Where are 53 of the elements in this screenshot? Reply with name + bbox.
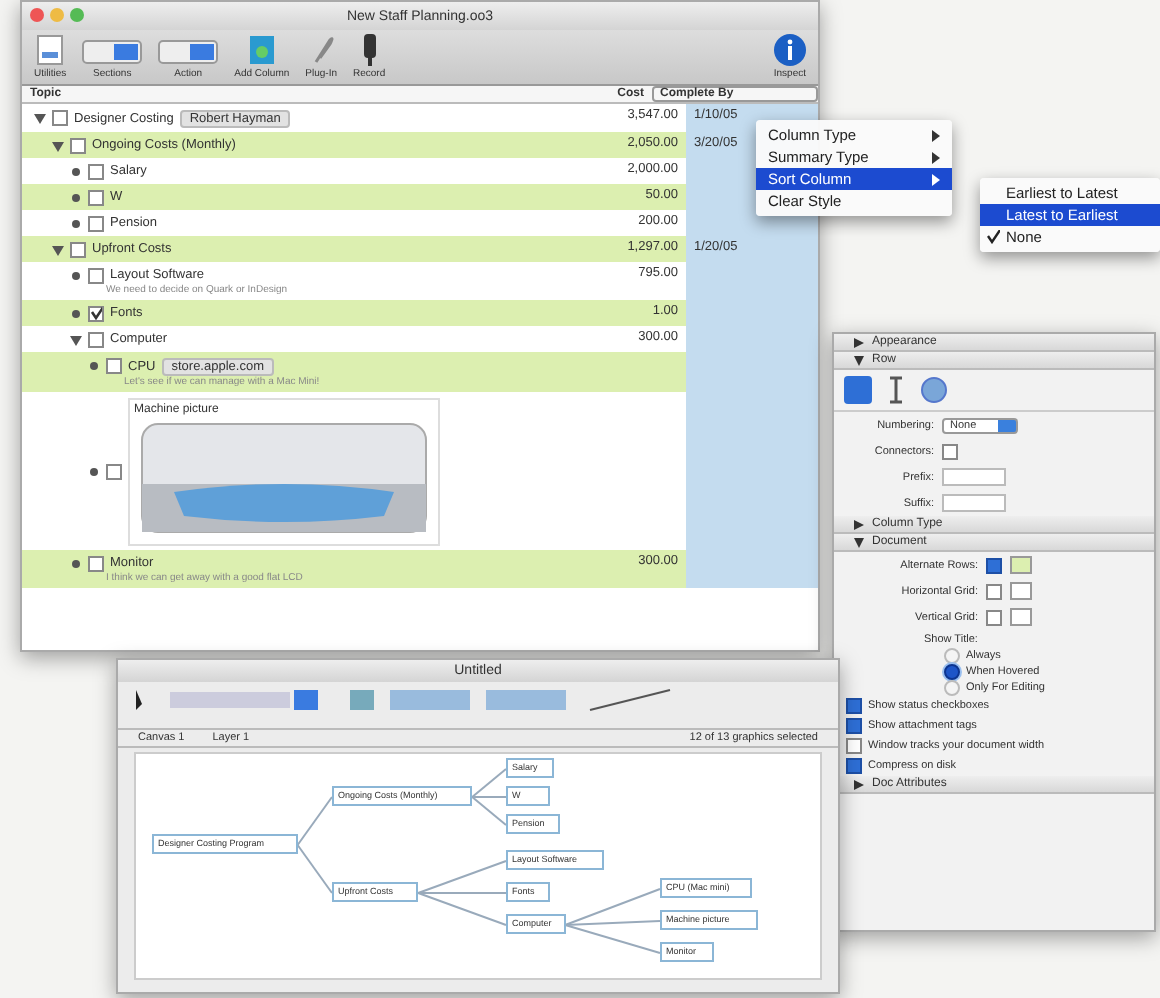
connector-line [296, 796, 333, 846]
status-checkbox[interactable] [70, 241, 86, 257]
status-checkbox[interactable] [88, 163, 104, 179]
bullet-icon[interactable] [88, 465, 100, 477]
disclosure-triangle-icon [854, 779, 864, 789]
close-icon[interactable] [30, 8, 44, 22]
status-checkbox[interactable] [52, 110, 68, 126]
radio-button[interactable] [944, 680, 960, 696]
bullet-icon[interactable] [70, 307, 82, 319]
status-checkbox[interactable] [88, 267, 104, 283]
checkbox[interactable] [846, 738, 862, 754]
add-column-icon [247, 34, 276, 66]
checkbox[interactable] [846, 718, 862, 734]
status-checkbox[interactable] [106, 358, 122, 374]
bullet-icon[interactable] [88, 360, 100, 372]
input-field[interactable] [942, 468, 1006, 486]
checkbox[interactable] [986, 557, 1002, 573]
color-well[interactable] [1010, 556, 1032, 574]
bullet-icon[interactable] [70, 217, 82, 229]
status-checkbox[interactable] [88, 215, 104, 231]
segmented-icon [82, 38, 143, 66]
status-checkbox[interactable] [88, 305, 104, 321]
expanded-triangle-icon[interactable] [52, 243, 64, 255]
checkbox[interactable] [942, 443, 958, 459]
checkbox[interactable] [846, 698, 862, 714]
globe-icon[interactable] [920, 376, 948, 404]
bullet-icon[interactable] [70, 191, 82, 203]
expanded-triangle-icon[interactable] [70, 333, 82, 345]
bullet-icon[interactable] [70, 165, 82, 177]
expanded-triangle-icon[interactable] [34, 112, 46, 124]
checkbox[interactable] [986, 609, 1002, 625]
radio-button[interactable] [944, 648, 960, 664]
segmented-icon [158, 38, 219, 66]
checkmark-icon [986, 230, 1000, 244]
microphone-icon [359, 34, 380, 66]
status-checkbox[interactable] [70, 137, 86, 153]
connector-line [296, 844, 333, 894]
color-well[interactable] [1010, 582, 1032, 600]
status-checkbox[interactable] [88, 189, 104, 205]
input-field[interactable] [942, 494, 1006, 512]
color-well[interactable] [1010, 608, 1032, 626]
checkbox[interactable] [986, 583, 1002, 599]
zoom-icon[interactable] [70, 8, 84, 22]
status-checkbox[interactable] [88, 555, 104, 571]
status-checkbox[interactable] [88, 331, 104, 347]
bullet-icon[interactable] [70, 269, 82, 281]
status-checkbox[interactable] [106, 463, 122, 479]
checkbox[interactable] [846, 758, 862, 774]
radio-button[interactable] [944, 664, 960, 680]
bullet-icon[interactable] [70, 557, 82, 569]
complete-by-cell [686, 550, 818, 588]
expanded-triangle-icon[interactable] [52, 139, 64, 151]
info-icon [773, 34, 806, 66]
